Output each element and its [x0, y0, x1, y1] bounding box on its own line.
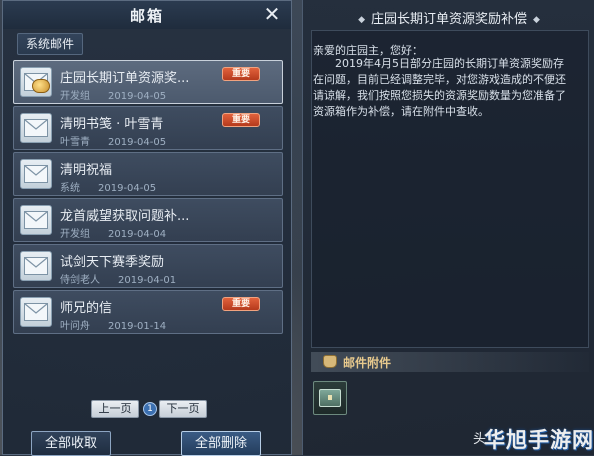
- resource-chest-icon: [319, 389, 341, 407]
- prev-page-button[interactable]: 上一页: [91, 400, 139, 418]
- attachment-slot[interactable]: [313, 381, 347, 415]
- mailbox-title: 邮箱: [129, 7, 164, 25]
- mail-list-item[interactable]: 试剑天下赛季奖励侍剑老人 2019-04-01: [13, 244, 283, 288]
- mail-date: 2019-04-04: [108, 229, 167, 240]
- mail-list-item[interactable]: 清明祝福系统 2019-04-05: [13, 152, 283, 196]
- collect-all-button[interactable]: 全部收取: [31, 431, 111, 456]
- mail-subject: 师兄的信: [60, 301, 113, 316]
- envelope-icon: [20, 205, 52, 235]
- mail-meta: 叶雪青 2019-04-05: [60, 133, 166, 148]
- coin-icon: [32, 79, 50, 93]
- mail-list-item[interactable]: 师兄的信叶问舟 2019-01-14 重要: [13, 290, 283, 334]
- mail-date: 2019-04-05: [108, 91, 167, 102]
- mail-subject: 龙首威望获取问题补...: [60, 209, 190, 224]
- page-number: 1: [143, 402, 157, 416]
- mail-sender: 叶雪青: [60, 137, 90, 148]
- important-badge: 重要: [222, 113, 260, 127]
- bag-icon: [323, 355, 337, 368]
- mail-meta: 系统 2019-04-05: [60, 179, 156, 194]
- mail-detail-title-row: ◆ 庄园长期订单资源奖励补偿 ◆: [303, 8, 594, 27]
- mail-list-item[interactable]: 龙首威望获取问题补... 开发组 2019-04-04: [13, 198, 283, 242]
- mail-meta: 开发组 2019-04-04: [60, 225, 166, 240]
- envelope-icon: [20, 113, 52, 143]
- mail-sender: 开发组: [60, 91, 90, 102]
- mail-date: 2019-04-05: [98, 183, 157, 194]
- mail-subject: 试剑天下赛季奖励: [60, 255, 165, 270]
- close-icon[interactable]: ✕: [261, 3, 283, 25]
- attachments-header: 邮件附件: [311, 352, 589, 372]
- mail-meta: 侍剑老人 2019-04-01: [60, 271, 176, 286]
- mail-meta: 开发组 2019-04-05: [60, 87, 166, 102]
- attachments-label: 邮件附件: [343, 356, 392, 370]
- mail-body-text: 2019年4月5日部分庄园的长期订单资源奖励存在问题，目前已经调整完毕，对您游戏…: [313, 57, 566, 118]
- mail-date: 2019-04-05: [108, 137, 167, 148]
- mail-list-item[interactable]: 清明书笺 · 叶雪青叶雪青 2019-04-05 重要: [13, 106, 283, 150]
- mail-date: 2019-01-14: [108, 321, 167, 332]
- mail-list-item[interactable]: 庄园长期订单资源奖... 开发组 2019-04-05 重要: [13, 60, 283, 104]
- mail-date: 2019-04-01: [118, 275, 177, 286]
- envelope-icon: [20, 251, 52, 281]
- mail-subject: 庄园长期订单资源奖...: [60, 71, 190, 86]
- important-badge: 重要: [222, 297, 260, 311]
- mail-sender: 叶问舟: [60, 321, 90, 332]
- mail-detail-title: 庄园长期订单资源奖励补偿: [370, 12, 527, 27]
- tab-system-mail[interactable]: 系统邮件: [17, 33, 84, 55]
- watermark: 华旭手游网: [484, 428, 594, 452]
- pager: 上一页 1 下一页: [91, 400, 211, 418]
- delete-all-button[interactable]: 全部删除: [181, 431, 261, 456]
- mail-sender: 系统: [60, 183, 80, 194]
- mailbox-title-bar: 邮箱 ✕: [3, 1, 291, 29]
- diamond-ornament-icon: ◆: [358, 15, 365, 25]
- diamond-ornament-icon: ◆: [533, 15, 540, 25]
- mail-subject: 清明书笺 · 叶雪青: [60, 117, 164, 132]
- mail-sender: 侍剑老人: [60, 275, 100, 286]
- important-badge: 重要: [222, 67, 260, 81]
- mail-meta: 叶问舟 2019-01-14: [60, 317, 166, 332]
- mail-detail-panel: ◆ 庄园长期订单资源奖励补偿 ◆ 亲爱的庄园主，您好： 2019年4月5日部分庄园的…: [302, 0, 594, 455]
- envelope-icon: [20, 159, 52, 189]
- mail-subject: 清明祝福: [60, 163, 113, 178]
- envelope-icon: [20, 297, 52, 327]
- mail-sender: 开发组: [60, 229, 90, 240]
- mail-list: 庄园长期订单资源奖... 开发组 2019-04-05 重要 清明书笺 · 叶雪青 叶雪青…: [13, 60, 285, 336]
- mailbox-panel: 邮箱 ✕ 系统邮件 庄园长期订单资源奖... 开发组 2019-04-05 重要 清明书…: [2, 0, 292, 456]
- next-page-button[interactable]: 下一页: [159, 400, 207, 418]
